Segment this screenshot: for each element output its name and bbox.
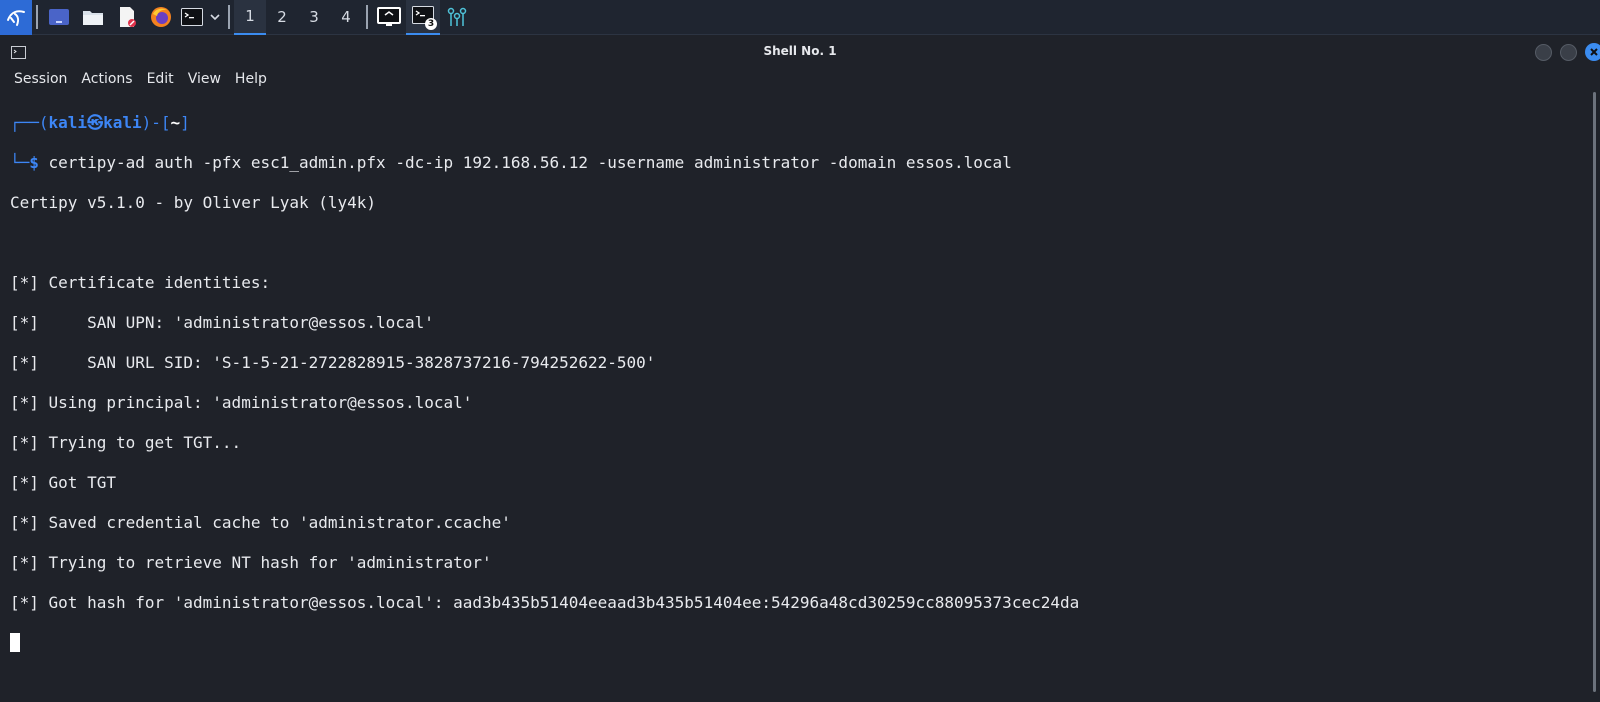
maximize-button[interactable] bbox=[1560, 44, 1577, 61]
prompt-symbol: $ bbox=[29, 153, 39, 172]
menu-view[interactable]: View bbox=[181, 71, 228, 87]
workspace-2[interactable]: 2 bbox=[266, 0, 298, 35]
close-icon bbox=[1590, 48, 1598, 56]
prompt-frame: └─ bbox=[10, 153, 30, 172]
output-line: [*] Got hash for 'administrator@essos.lo… bbox=[10, 593, 1080, 612]
window-count-badge: 3 bbox=[425, 17, 437, 30]
workspace-3[interactable]: 3 bbox=[298, 0, 330, 35]
firefox-icon[interactable] bbox=[144, 0, 178, 35]
prompt-frame: )-[ bbox=[141, 113, 171, 132]
taskbar-separator bbox=[366, 5, 368, 29]
close-button[interactable] bbox=[1585, 43, 1600, 61]
prompt-line-command: └─$ certipy-ad auth -pfx esc1_admin.pfx … bbox=[10, 153, 1588, 173]
output-line: [*] Saved credential cache to 'administr… bbox=[10, 513, 511, 532]
output-line: [*] Using principal: 'administrator@esso… bbox=[10, 393, 473, 412]
menu-help[interactable]: Help bbox=[228, 71, 274, 87]
window-titlebar[interactable]: Shell No. 1 bbox=[0, 36, 1600, 66]
output-line: [*] Trying to retrieve NT hash for 'admi… bbox=[10, 553, 492, 572]
workspace-4[interactable]: 4 bbox=[330, 0, 362, 35]
terminal-window-icon[interactable]: 3 bbox=[406, 0, 440, 35]
menu-actions[interactable]: Actions bbox=[74, 71, 139, 87]
taskbar: 1 2 3 4 3 bbox=[0, 0, 1600, 35]
terminal-scrollbar[interactable] bbox=[1589, 92, 1600, 702]
workspace-1[interactable]: 1 bbox=[234, 0, 266, 35]
output-line: [*] SAN URL SID: 'S-1-5-21-2722828915-38… bbox=[10, 353, 656, 372]
menu-session[interactable]: Session bbox=[0, 71, 74, 87]
output-line: [*] SAN UPN: 'administrator@essos.local' bbox=[10, 313, 434, 332]
prompt-directory: ~ bbox=[170, 113, 181, 132]
cursor-line bbox=[10, 633, 1588, 653]
output-line: [*] Got TGT bbox=[10, 473, 116, 492]
menubar: Session Actions Edit View Help bbox=[0, 66, 1600, 92]
taskbar-separator bbox=[228, 5, 230, 29]
terminal-icon[interactable] bbox=[178, 0, 206, 35]
text-editor-icon[interactable] bbox=[110, 0, 144, 35]
output-line: [*] Certificate identities: bbox=[10, 273, 271, 292]
terminal-app-icon bbox=[11, 44, 26, 63]
output-line: [*] Trying to get TGT... bbox=[10, 433, 242, 452]
prompt-line-top: ┌──(kali㉿kali)-[~] bbox=[10, 113, 1588, 133]
prompt-user: kali㉿kali bbox=[48, 113, 142, 132]
text-cursor bbox=[10, 633, 20, 652]
file-manager-icon[interactable] bbox=[76, 0, 110, 35]
window-list-icon[interactable] bbox=[372, 0, 406, 35]
menu-edit[interactable]: Edit bbox=[140, 71, 181, 87]
network-icon[interactable] bbox=[440, 0, 474, 35]
kali-menu-icon[interactable] bbox=[0, 0, 32, 35]
chevron-down-icon[interactable] bbox=[206, 0, 224, 35]
output-line: Certipy v5.1.0 - by Oliver Lyak (ly4k) bbox=[10, 193, 377, 212]
window-title: Shell No. 1 bbox=[763, 44, 837, 58]
show-desktop-icon[interactable] bbox=[42, 0, 76, 35]
terminal-output[interactable]: ┌──(kali㉿kali)-[~] └─$ certipy-ad auth -… bbox=[0, 92, 1588, 702]
command-text: certipy-ad auth -pfx esc1_admin.pfx -dc-… bbox=[38, 153, 1012, 172]
minimize-button[interactable] bbox=[1535, 44, 1552, 61]
taskbar-separator bbox=[36, 5, 38, 29]
prompt-frame: ] bbox=[180, 113, 190, 132]
prompt-frame: ┌──( bbox=[10, 113, 49, 132]
scrollbar-thumb[interactable] bbox=[1593, 92, 1596, 692]
